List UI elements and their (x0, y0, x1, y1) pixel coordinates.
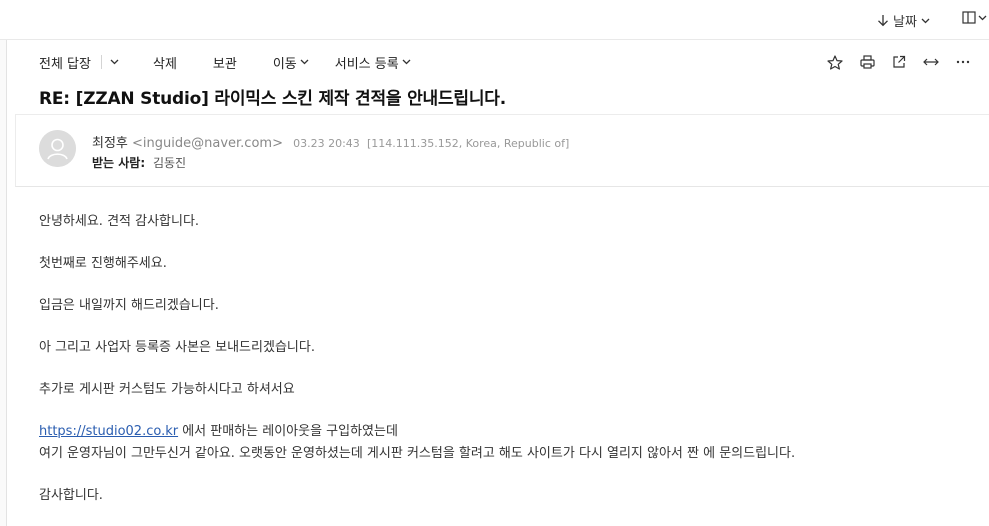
body-paragraph: 아 그리고 사업자 등록증 사본은 보내드리겠습니다. (39, 340, 315, 355)
body-paragraph: https://studio02.co.kr 에서 판매하는 레이아웃을 구입하… (39, 421, 795, 443)
sender-ip-info: [114.111.35.152, Korea, Republic of] (366, 137, 570, 150)
body-text: 에서 판매하는 레이아웃을 구입하였는데 (178, 424, 398, 439)
more-icon (956, 60, 970, 64)
view-mode-button[interactable] (962, 11, 987, 24)
archive-button[interactable]: 보관 (205, 48, 245, 76)
studio-link[interactable]: https://studio02.co.kr (39, 424, 178, 439)
chevron-down-icon (402, 59, 411, 65)
view-mode-icon (962, 11, 976, 24)
user-avatar-icon (39, 130, 76, 167)
sort-label: 날짜 (893, 15, 917, 30)
sort-date-button[interactable]: 날짜 (877, 11, 930, 30)
mail-actions (819, 50, 979, 74)
move-label: 이동 (272, 56, 297, 72)
body-paragraph: 감사합니다. (39, 488, 103, 503)
reply-options-dropdown[interactable] (104, 48, 125, 76)
sender-address[interactable]: <inguide@naver.com> (132, 136, 283, 151)
service-register-label: 서비스 등록 (334, 56, 399, 72)
recipient-name[interactable]: 김동진 (153, 156, 186, 170)
to-line: 받는 사람: 김동진 (92, 154, 186, 171)
body-paragraph: 첫번째로 진행해주세요. (39, 256, 167, 271)
mail-date: 03.23 20:43 (293, 137, 360, 150)
chevron-down-icon (110, 59, 119, 65)
to-label: 받는 사람: (92, 156, 146, 170)
reply-all-button[interactable]: 전체 답장 (30, 48, 99, 76)
sender-avatar[interactable] (39, 130, 76, 167)
body-paragraph: 추가로 게시판 커스텀도 가능하시다고 하셔서요 (39, 382, 295, 397)
expand-button[interactable] (915, 50, 947, 74)
chevron-down-icon (978, 15, 987, 21)
archive-label: 보관 (212, 56, 237, 72)
print-button[interactable] (851, 50, 883, 74)
move-button[interactable]: 이동 (265, 48, 317, 76)
open-new-window-icon (892, 55, 906, 69)
mail-header: 최정후 <inguide@naver.com> 03.23 20:43 [114… (15, 114, 989, 187)
open-new-window-button[interactable] (883, 50, 915, 74)
mail-subject: RE: [ZZAN Studio] 라이믹스 스킨 제작 견적을 안내드립니다. (39, 89, 506, 109)
chevron-down-icon (300, 59, 309, 65)
body-paragraph: 입금은 내일까지 해드리겠습니다. (39, 298, 219, 313)
more-button[interactable] (947, 50, 979, 74)
from-line: 최정후 <inguide@naver.com> 03.23 20:43 [114… (92, 132, 569, 151)
service-register-button[interactable]: 서비스 등록 (327, 48, 419, 76)
top-bar: 날짜 (0, 0, 989, 40)
body-paragraph: 여기 운영자님이 그만두신거 같아요. 오랫동안 운영하셨는데 게시판 커스텀을… (39, 446, 796, 461)
chevron-down-icon (921, 18, 930, 24)
mail-toolbar: 전체 답장 삭제 보관 이동 서비스 등록 (30, 48, 419, 76)
reply-all-label: 전체 답장 (39, 56, 91, 72)
list-pane-edge (0, 40, 7, 526)
toolbar-divider (100, 55, 102, 69)
expand-icon (923, 57, 939, 67)
print-icon (859, 55, 875, 69)
star-button[interactable] (819, 50, 851, 74)
body-paragraph: 안녕하세요. 견적 감사합니다. (39, 214, 200, 229)
star-icon (827, 54, 843, 70)
delete-label: 삭제 (152, 56, 177, 72)
sender-name[interactable]: 최정후 (92, 136, 128, 151)
arrow-down-icon (877, 14, 889, 27)
delete-button[interactable]: 삭제 (145, 48, 185, 76)
mail-body: 안녕하세요. 견적 감사합니다. 첫번째로 진행해주세요. 입금은 내일까지 해… (39, 211, 795, 526)
